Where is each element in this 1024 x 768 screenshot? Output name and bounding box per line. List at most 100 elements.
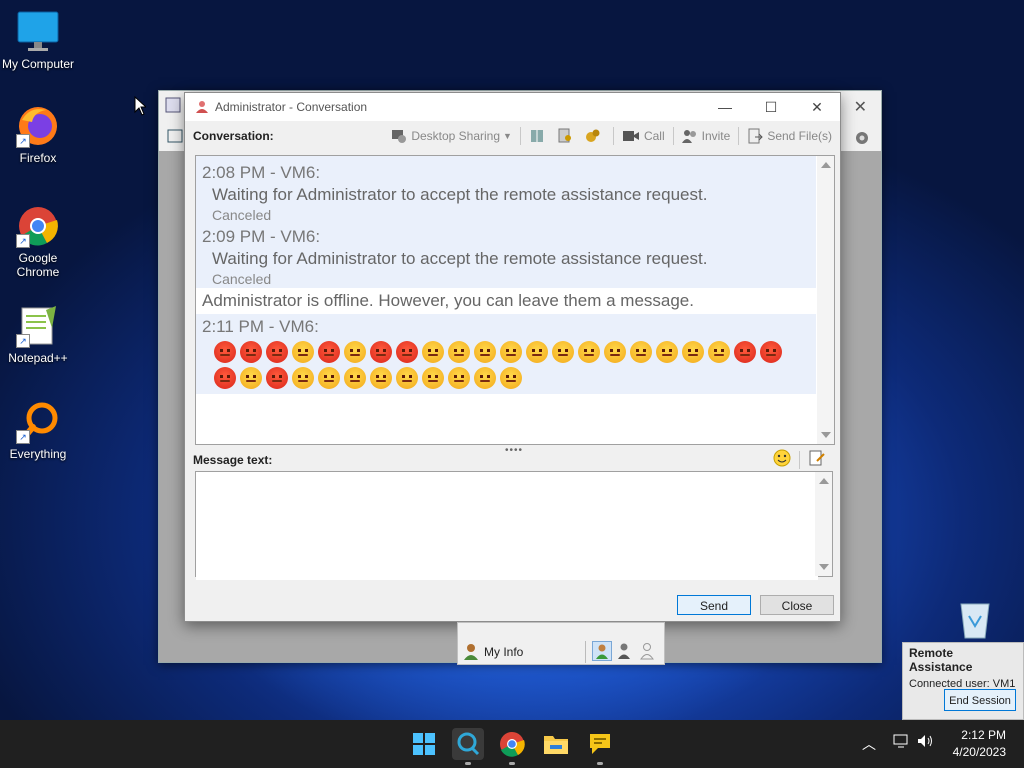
- desktop-icon-google-chrome[interactable]: ↗ Google Chrome: [0, 204, 76, 279]
- taskbar: ︿ 2:12 PM 4/20/2023: [0, 720, 1024, 768]
- taskbar-file-explorer[interactable]: [540, 728, 572, 760]
- volume-icon[interactable]: [916, 732, 934, 753]
- history-scrollbar[interactable]: [817, 156, 834, 444]
- message-header: 2:09 PM - VM6:: [202, 227, 321, 246]
- unamused-face-icon: [396, 366, 418, 389]
- emoticon-picker-button[interactable]: [773, 449, 791, 470]
- font-style-button[interactable]: [808, 449, 826, 470]
- emoji-row: [202, 338, 810, 364]
- my-info-user-icon: [463, 643, 479, 664]
- message-input-box: [195, 471, 833, 580]
- call-label: Call: [643, 129, 665, 143]
- desktop-sharing-button[interactable]: Desktop Sharing ▼: [391, 128, 512, 144]
- desktop-icon-firefox[interactable]: ↗ Firefox: [0, 104, 76, 165]
- my-info-label[interactable]: My Info: [484, 645, 523, 659]
- input-scrollbar[interactable]: [815, 472, 832, 576]
- unamused-face-icon: [474, 340, 496, 363]
- monitor-icon: [16, 10, 60, 54]
- unamused-face-icon: [630, 340, 652, 363]
- call-button[interactable]: Call: [622, 129, 665, 143]
- desktop-icon-label: My Computer: [1, 57, 75, 71]
- taskbar-everything-search[interactable]: [452, 728, 484, 760]
- send-files-button[interactable]: Send File(s): [747, 128, 832, 144]
- desktop-icon-everything[interactable]: ↗ Everything: [0, 400, 76, 461]
- message-header: 2:11 PM - VM6:: [202, 317, 319, 336]
- back-window-close-button[interactable]: ✕: [854, 97, 867, 117]
- invite-button[interactable]: Invite: [681, 128, 731, 144]
- unamused-face-icon: [552, 340, 574, 363]
- smiley-icon: [773, 449, 791, 467]
- messenger-app-icon: [165, 97, 181, 116]
- start-button[interactable]: [408, 728, 440, 760]
- end-session-button[interactable]: End Session: [944, 689, 1016, 711]
- splitter-grip[interactable]: ••••: [505, 445, 523, 456]
- scroll-up-icon[interactable]: [821, 162, 831, 168]
- close-button[interactable]: Close: [760, 595, 834, 615]
- toolbar-separator: [738, 127, 740, 145]
- notepad-plus-plus-icon: ↗: [16, 304, 60, 348]
- connected-user-text: Connected user: VM1: [909, 678, 1016, 690]
- desktop-icon-my-computer[interactable]: My Computer: [0, 10, 76, 71]
- chrome-icon: [500, 732, 525, 757]
- edit-document-icon: [809, 450, 825, 466]
- whiteboard-button[interactable]: [529, 128, 549, 144]
- document-person-icon: [558, 128, 571, 143]
- offline-notice: Administrator is offline. However, you c…: [196, 288, 816, 314]
- taskbar-messenger[interactable]: [584, 728, 616, 760]
- taskbar-chrome[interactable]: [496, 728, 528, 760]
- scroll-down-icon[interactable]: [819, 564, 829, 570]
- settings-gear-icon[interactable]: [853, 129, 871, 150]
- status-busy-button[interactable]: [616, 642, 632, 663]
- unamused-face-icon: [344, 340, 366, 363]
- invite-label: Invite: [701, 129, 731, 143]
- app-sharing-button[interactable]: [585, 128, 605, 144]
- desktop-icon-notepad-plus-plus[interactable]: ↗ Notepad++: [0, 304, 76, 365]
- conversation-history[interactable]: 2:08 PM - VM6: Waiting for Administrator…: [195, 155, 835, 445]
- desktop-sharing-label: Desktop Sharing: [411, 129, 501, 143]
- close-window-button[interactable]: ✕: [794, 99, 840, 116]
- unamused-face-icon: [370, 366, 392, 389]
- unamused-face-icon: [292, 366, 314, 389]
- conversation-label: Conversation:: [193, 129, 274, 143]
- video-camera-icon: [622, 131, 639, 141]
- clock-time: 2:12 PM: [961, 728, 1006, 742]
- invite-people-icon: [681, 130, 696, 143]
- message-text-label: Message text:: [193, 453, 273, 467]
- my-info-separator: [585, 641, 586, 663]
- file-transfer-button[interactable]: [557, 128, 577, 144]
- maximize-button[interactable]: ☐: [748, 99, 794, 116]
- system-clock[interactable]: 2:12 PM 4/20/2023: [953, 727, 1006, 761]
- message-status: Canceled: [212, 207, 272, 223]
- unamused-face-icon: [526, 340, 548, 363]
- chevron-up-icon[interactable]: ︿: [862, 734, 876, 754]
- scroll-up-icon[interactable]: [819, 478, 829, 484]
- active-indicator: [509, 762, 515, 765]
- send-button[interactable]: Send: [677, 595, 751, 615]
- resize-icon: [167, 129, 183, 146]
- status-online-button[interactable]: [592, 641, 612, 661]
- status-away-button[interactable]: [639, 642, 655, 663]
- message-text-input[interactable]: [196, 472, 818, 580]
- person-gray-icon: [618, 643, 630, 659]
- remote-assistance-panel: Remote Assistance Connected user: VM1 En…: [902, 642, 1024, 720]
- tools-separator: [799, 450, 800, 469]
- angry-face-icon: [266, 340, 288, 363]
- conversation-content: 2:08 PM - VM6: Waiting for Administrator…: [196, 156, 816, 394]
- unamused-face-icon: [292, 340, 314, 363]
- conversation-toolbar: Conversation: Desktop Sharing ▼ Call Inv…: [185, 121, 840, 151]
- unamused-face-icon: [422, 366, 444, 389]
- shortcut-arrow-icon: ↗: [16, 234, 30, 248]
- recycle-bin-icon[interactable]: [955, 598, 995, 643]
- book-icon: [530, 130, 543, 142]
- unamused-face-icon: [604, 340, 626, 363]
- search-icon: [457, 732, 480, 756]
- desktop-icon-label: Firefox: [19, 151, 57, 165]
- message-header: 2:08 PM - VM6:: [202, 163, 321, 182]
- scroll-down-icon[interactable]: [821, 432, 831, 438]
- user-icon: [196, 101, 208, 113]
- unamused-face-icon: [708, 340, 730, 363]
- network-icon[interactable]: [892, 732, 910, 753]
- minimize-button[interactable]: —: [702, 99, 748, 115]
- angry-face-icon: [396, 340, 418, 363]
- active-indicator: [465, 762, 471, 765]
